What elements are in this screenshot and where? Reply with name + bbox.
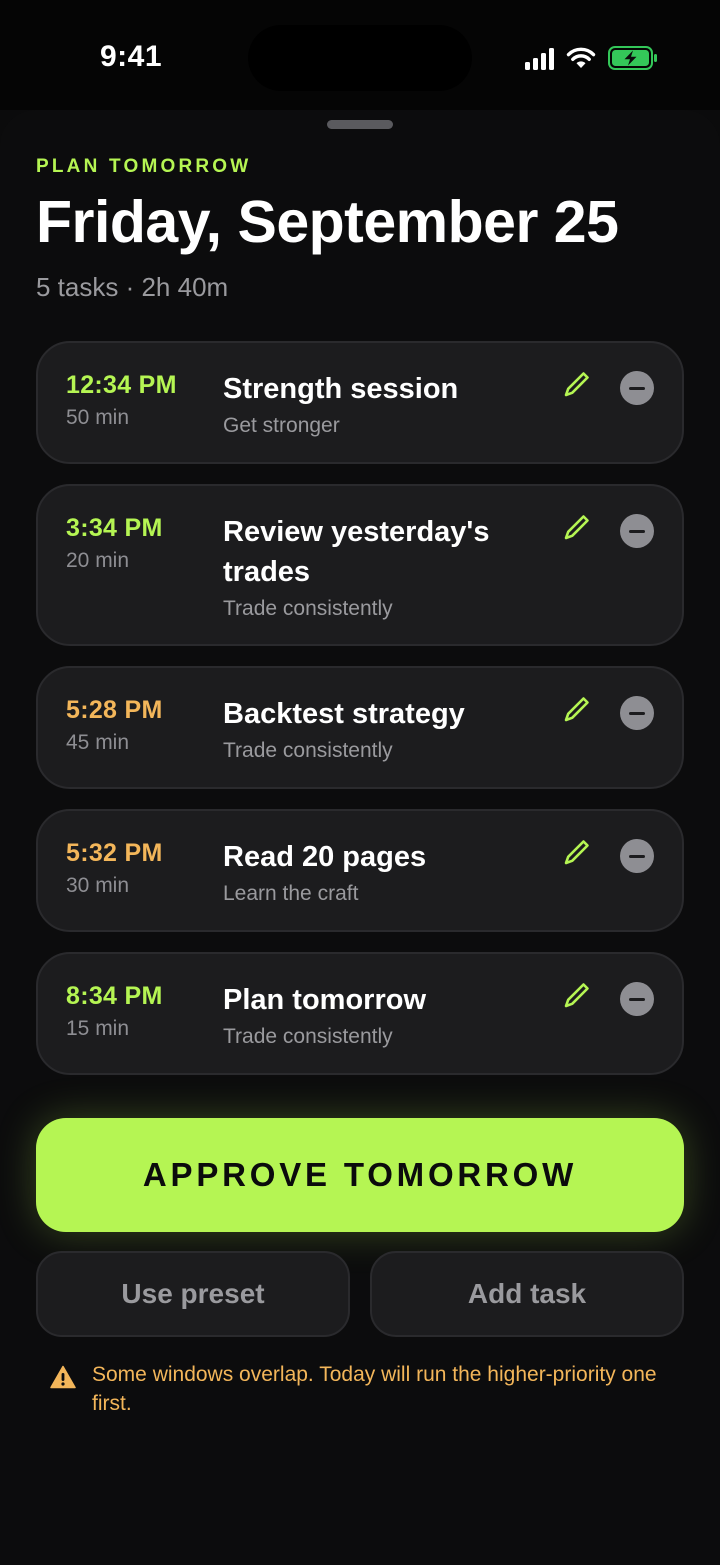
battery-charging-icon [608, 46, 657, 70]
edit-pencil-icon[interactable] [562, 694, 592, 724]
task-summary: 5 tasks · 2h 40m [36, 272, 229, 302]
edit-pencil-icon[interactable] [562, 980, 592, 1010]
task-title: Plan tomorrow [223, 984, 427, 1016]
warning-text: Some windows overlap. Today will run the… [92, 1363, 657, 1415]
overlap-warning: Some windows overlap. Today will run the… [50, 1360, 680, 1418]
remove-task-icon[interactable] [620, 982, 654, 1016]
wifi-icon [566, 47, 596, 68]
task-duration: 15 min [66, 1017, 130, 1040]
task-duration: 30 min [66, 874, 130, 897]
task-time: 12:34 PM [66, 371, 177, 399]
task-goal: Get stronger [223, 414, 340, 437]
task-goal: Trade consistently [223, 739, 393, 762]
task-title-block: Strength session Get stronger [223, 369, 543, 441]
task-title: Strength session [223, 373, 459, 405]
edit-pencil-icon[interactable] [562, 837, 592, 867]
task-title-block: Read 20 pages Learn the craft [223, 837, 543, 909]
edit-pencil-icon[interactable] [562, 369, 592, 399]
task-card[interactable]: 5:32 PM 30 min Read 20 pages Learn the c… [36, 809, 684, 932]
section-eyebrow: PLAN TOMORROW [36, 156, 252, 177]
task-time: 5:32 PM [66, 839, 163, 867]
task-goal: Trade consistently [223, 1025, 393, 1048]
plan-sheet: PLAN TOMORROW Friday, September 25 5 tas… [0, 110, 720, 1565]
task-title-block: Plan tomorrow Trade consistently [223, 980, 543, 1052]
status-icons [525, 44, 658, 72]
status-time: 9:41 [100, 40, 163, 73]
remove-task-icon[interactable] [620, 696, 654, 730]
task-title: Review yesterday's trades [223, 516, 490, 588]
task-title-block: Backtest strategy Trade consistently [223, 694, 543, 766]
task-card[interactable]: 3:34 PM 20 min Review yesterday's trades… [36, 484, 684, 646]
task-time: 3:34 PM [66, 514, 163, 542]
task-card[interactable]: 12:34 PM 50 min Strength session Get str… [36, 341, 684, 464]
task-title: Backtest strategy [223, 698, 465, 730]
use-preset-button[interactable]: Use preset [36, 1251, 350, 1337]
status-bar: 9:41 [0, 0, 720, 110]
task-time: 8:34 PM [66, 982, 163, 1010]
page-title: Friday, September 25 [36, 189, 619, 255]
task-duration: 50 min [66, 406, 130, 429]
task-goal: Trade consistently [223, 597, 393, 620]
edit-pencil-icon[interactable] [562, 512, 592, 542]
task-title-block: Review yesterday's trades Trade consiste… [223, 512, 543, 624]
remove-task-icon[interactable] [620, 839, 654, 873]
dynamic-island [248, 25, 472, 91]
sheet-grabber[interactable] [327, 120, 393, 129]
remove-task-icon[interactable] [620, 371, 654, 405]
approve-tomorrow-button[interactable]: APPROVE TOMORROW [36, 1118, 684, 1232]
task-title: Read 20 pages [223, 841, 427, 873]
warning-triangle-icon [50, 1365, 76, 1389]
task-duration: 45 min [66, 731, 130, 754]
add-task-button[interactable]: Add task [370, 1251, 684, 1337]
task-goal: Learn the craft [223, 882, 359, 905]
task-card[interactable]: 8:34 PM 15 min Plan tomorrow Trade consi… [36, 952, 684, 1075]
cellular-signal-icon [525, 46, 554, 70]
task-duration: 20 min [66, 549, 130, 572]
task-time: 5:28 PM [66, 696, 163, 724]
task-card[interactable]: 5:28 PM 45 min Backtest strategy Trade c… [36, 666, 684, 789]
remove-task-icon[interactable] [620, 514, 654, 548]
